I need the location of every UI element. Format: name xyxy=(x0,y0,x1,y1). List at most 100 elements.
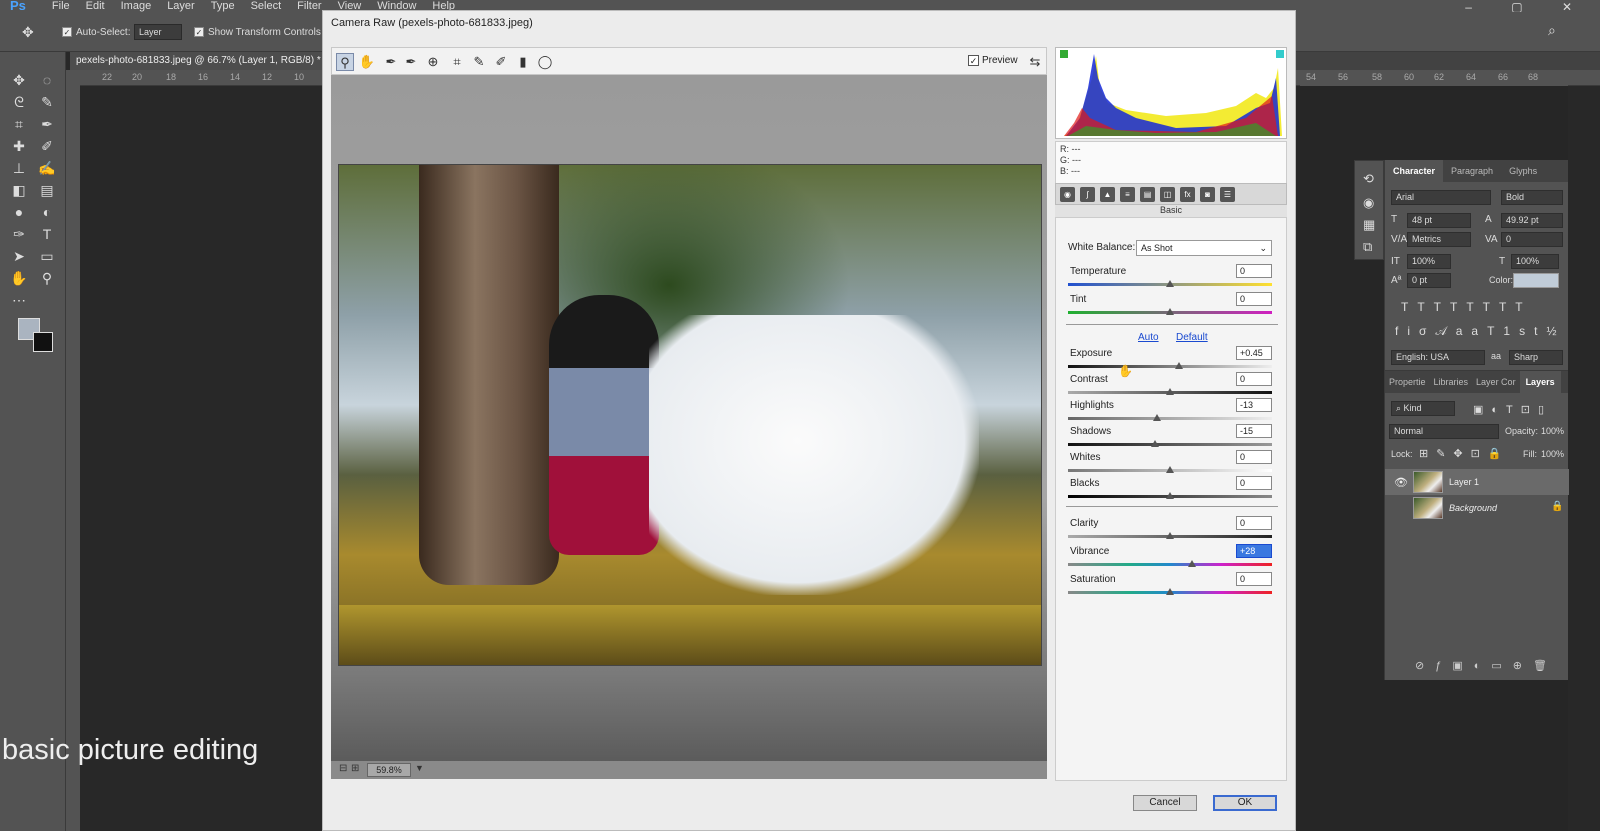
clarity-thumb[interactable] xyxy=(1166,532,1174,539)
white-balance-tool-icon[interactable]: ✒ xyxy=(382,53,400,71)
background-color-swatch[interactable] xyxy=(33,332,53,352)
auto-select-target-dropdown[interactable]: Layer xyxy=(134,24,182,40)
layer-actions-bar[interactable]: ⊘ƒ▣◐▭⊕🗑 xyxy=(1415,659,1558,672)
menu-select[interactable]: Select xyxy=(243,0,290,12)
swatches-panel-icon[interactable]: ▦ xyxy=(1363,217,1375,233)
highlight-clipping-warning-icon[interactable] xyxy=(1276,50,1284,58)
blend-mode-select[interactable]: Normal xyxy=(1389,424,1499,439)
whites-thumb[interactable] xyxy=(1166,466,1174,473)
blacks-thumb[interactable] xyxy=(1166,492,1174,499)
saturation-slider[interactable]: Saturation 0 xyxy=(1068,572,1272,598)
path-select-icon[interactable]: ➤ xyxy=(8,246,30,266)
type-icon[interactable]: T xyxy=(36,224,58,244)
search-icon[interactable]: ⌕ xyxy=(1548,22,1556,39)
gradient-icon[interactable]: ▤ xyxy=(36,180,58,200)
language-select[interactable]: English: USA xyxy=(1391,350,1485,365)
default-link[interactable]: Default xyxy=(1176,332,1208,343)
spot-removal-icon[interactable]: ✎ xyxy=(470,53,488,71)
hsl-icon[interactable]: ≡ xyxy=(1120,187,1135,202)
exposure-slider[interactable]: Exposure +0.45 xyxy=(1068,346,1272,372)
zoom-tool-icon[interactable]: ⚲ xyxy=(336,53,354,71)
move-icon[interactable]: ✥ xyxy=(8,70,30,90)
crop-icon[interactable]: ⌗ xyxy=(8,114,30,134)
temperature-slider[interactable]: Temperature 0 xyxy=(1068,264,1272,290)
tab-layers[interactable]: Layers xyxy=(1519,371,1561,393)
fill-value[interactable]: 100% xyxy=(1541,449,1564,459)
temperature-thumb[interactable] xyxy=(1166,280,1174,287)
show-transform-checkbox[interactable]: ✓ Show Transform Controls xyxy=(194,26,321,38)
exposure-thumb[interactable] xyxy=(1175,362,1183,369)
blacks-value[interactable]: 0 xyxy=(1236,476,1272,490)
quick-select-icon[interactable]: ✎ xyxy=(36,92,58,112)
antialias-select[interactable]: Sharp xyxy=(1509,350,1563,365)
kerning-field[interactable]: Metrics xyxy=(1407,232,1471,247)
font-family-select[interactable]: Arial xyxy=(1391,190,1491,205)
highlights-slider[interactable]: Highlights -13 xyxy=(1068,398,1272,424)
menu-layer[interactable]: Layer xyxy=(159,0,203,12)
document-tab[interactable]: pexels-photo-681833.jpeg @ 66.7% (Layer … xyxy=(70,52,330,70)
crop-tool-icon[interactable]: ⌗ xyxy=(448,53,466,71)
more-tools-icon[interactable]: ⋯ xyxy=(8,290,30,310)
opacity-value[interactable]: 100% xyxy=(1541,426,1564,436)
zoom-level-field[interactable]: 59.8% xyxy=(367,763,411,777)
white-balance-select[interactable]: As Shot ⌄ xyxy=(1136,240,1272,256)
shadows-thumb[interactable] xyxy=(1151,440,1159,447)
contrast-slider[interactable]: Contrast 0 xyxy=(1068,372,1272,398)
color-panel-icon[interactable]: ◉ xyxy=(1363,195,1374,211)
layer-filter-kind[interactable]: ⌕ Kind xyxy=(1391,401,1455,416)
baseline-field[interactable]: 0 pt xyxy=(1407,273,1451,288)
text-style-buttons[interactable]: TTTTTTTT xyxy=(1401,300,1532,314)
lock-icons[interactable]: ⊞✎✥⊡🔒 xyxy=(1419,447,1510,460)
tab-glyphs[interactable]: Glyphs xyxy=(1501,160,1545,182)
clarity-value[interactable]: 0 xyxy=(1236,516,1272,530)
highlights-value[interactable]: -13 xyxy=(1236,398,1272,412)
marquee-icon[interactable]: ◌ xyxy=(36,70,58,90)
blacks-slider[interactable]: Blacks 0 xyxy=(1068,476,1272,502)
tint-value[interactable]: 0 xyxy=(1236,292,1272,306)
whites-slider[interactable]: Whites 0 xyxy=(1068,450,1272,476)
preview-checkbox[interactable]: ✓ Preview xyxy=(968,55,1018,66)
auto-select-checkbox[interactable]: ✓ Auto-Select: xyxy=(62,26,130,38)
history-panel-icon[interactable]: ⟲ xyxy=(1363,171,1374,187)
tracking-field[interactable]: 0 xyxy=(1501,232,1563,247)
shape-icon[interactable]: ▭ xyxy=(36,246,58,266)
text-color-swatch[interactable] xyxy=(1513,273,1559,288)
horizontal-scale-field[interactable]: 100% xyxy=(1511,254,1559,269)
zoom-in-icon[interactable]: ⊞ xyxy=(351,763,359,774)
vibrance-track[interactable] xyxy=(1068,563,1272,566)
image-preview-area[interactable] xyxy=(331,75,1047,779)
ok-button[interactable]: OK xyxy=(1213,795,1277,811)
lens-corrections-icon[interactable]: ◫ xyxy=(1160,187,1175,202)
basic-panel-icon[interactable]: ◉ xyxy=(1060,187,1075,202)
lasso-icon[interactable]: ᘓ xyxy=(8,92,30,112)
exposure-track[interactable] xyxy=(1068,365,1272,368)
tint-thumb[interactable] xyxy=(1166,308,1174,315)
pen-icon[interactable]: ✑ xyxy=(8,224,30,244)
history-brush-icon[interactable]: ✍ xyxy=(36,158,58,178)
tint-slider[interactable]: Tint 0 xyxy=(1068,292,1272,318)
opentype-buttons[interactable]: fiσ𝒜aaT1st½ xyxy=(1395,324,1565,339)
tab-properties[interactable]: Propertie xyxy=(1385,371,1430,393)
clarity-slider[interactable]: Clarity 0 xyxy=(1068,516,1272,542)
shadows-value[interactable]: -15 xyxy=(1236,424,1272,438)
contrast-thumb[interactable] xyxy=(1166,388,1174,395)
menu-type[interactable]: Type xyxy=(203,0,243,12)
healing-icon[interactable]: ✚ xyxy=(8,136,30,156)
highlights-track[interactable] xyxy=(1068,417,1272,420)
fullscreen-toggle-icon[interactable]: ⇆ xyxy=(1026,53,1044,71)
tone-curve-icon[interactable]: ∫ xyxy=(1080,187,1095,202)
visibility-eye-icon[interactable]: 👁 xyxy=(1394,476,1408,489)
detail-icon[interactable]: ▲ xyxy=(1100,187,1115,202)
stamp-icon[interactable]: ⊥ xyxy=(8,158,30,178)
split-toning-icon[interactable]: ▤ xyxy=(1140,187,1155,202)
shadows-slider[interactable]: Shadows -15 xyxy=(1068,424,1272,450)
shadow-clipping-warning-icon[interactable] xyxy=(1060,50,1068,58)
zoom-dropdown-icon[interactable]: ▼ xyxy=(415,763,424,773)
layer-row[interactable]: 👁 Layer 1 xyxy=(1385,469,1569,495)
contrast-value[interactable]: 0 xyxy=(1236,372,1272,386)
presets-icon[interactable]: ☰ xyxy=(1220,187,1235,202)
whites-value[interactable]: 0 xyxy=(1236,450,1272,464)
tab-layer-comps[interactable]: Layer Cor xyxy=(1472,371,1520,393)
paths-panel-icon[interactable]: ⧉ xyxy=(1363,239,1372,255)
font-size-field[interactable]: 48 pt xyxy=(1407,213,1471,228)
